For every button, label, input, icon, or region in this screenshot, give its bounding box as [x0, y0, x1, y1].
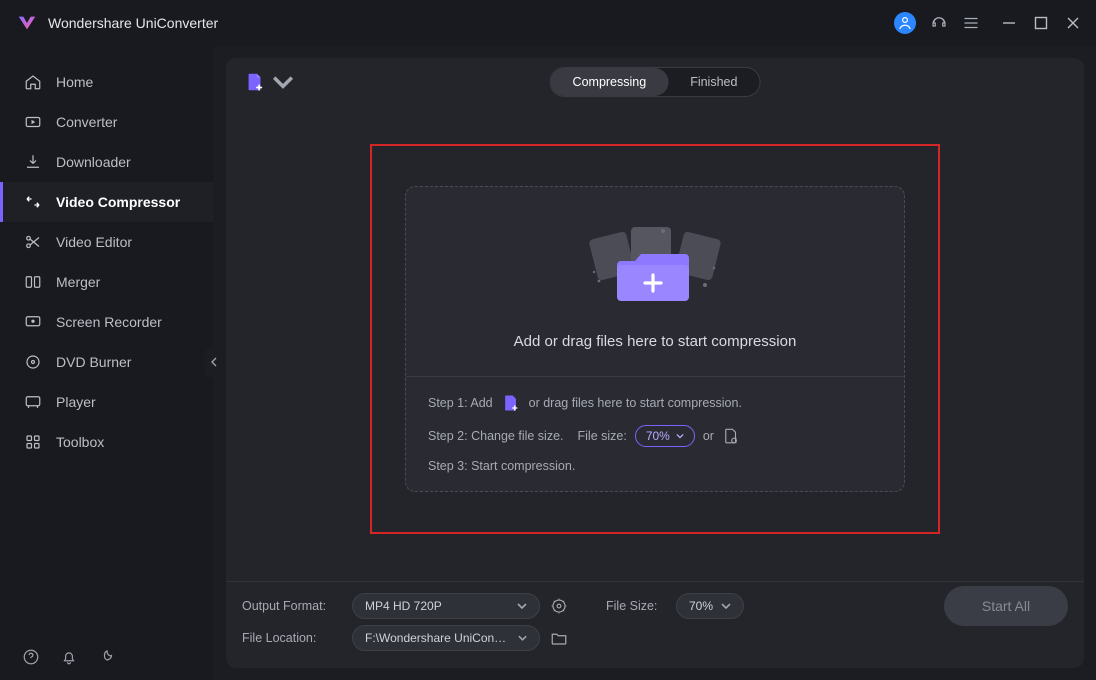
file-location-value: F:\Wondershare UniConverter: [365, 631, 510, 645]
drop-steps: Step 1: Add or drag files here to start …: [406, 376, 904, 491]
chevron-down-icon: [518, 633, 527, 643]
output-format-label: Output Format:: [242, 599, 342, 613]
step-2-row: Step 2: Change file size. File size: 70%…: [428, 425, 882, 447]
sidebar-item-downloader[interactable]: Downloader: [0, 142, 214, 182]
tab-label: Finished: [690, 75, 737, 89]
sidebar-item-label: Toolbox: [56, 434, 104, 450]
sidebar-item-label: Video Compressor: [56, 194, 180, 210]
titlebar: Wondershare UniConverter: [0, 0, 1096, 46]
sidebar-item-label: Downloader: [56, 154, 131, 170]
step-1-row: Step 1: Add or drag files here to start …: [428, 393, 882, 413]
minimize-icon[interactable]: [1002, 16, 1016, 30]
output-format-select[interactable]: MP4 HD 720P: [352, 593, 540, 619]
content-panel: Compressing Finished: [226, 58, 1084, 668]
step-1-text-b: or drag files here to start compression.: [529, 396, 742, 410]
panel-body: Add or drag files here to start compress…: [226, 106, 1084, 581]
file-size-pill-value: 70%: [646, 429, 670, 443]
user-icon: [896, 14, 914, 32]
compress-icon: [24, 193, 42, 211]
sidebar-item-player[interactable]: Player: [0, 382, 214, 422]
panel-footer: Output Format: MP4 HD 720P File Size: 70…: [226, 581, 1084, 668]
step-2-text-b: File size:: [578, 429, 627, 443]
output-settings-icon[interactable]: [550, 597, 568, 615]
process-tabs: Compressing Finished: [550, 67, 761, 97]
player-icon: [24, 393, 42, 411]
filesize-label: File Size:: [606, 599, 666, 613]
sidebar-item-label: DVD Burner: [56, 354, 131, 370]
folder-add-illustration: [575, 221, 735, 311]
bell-icon[interactable]: [60, 648, 78, 666]
filesize-value: 70%: [689, 599, 713, 613]
sidebar-item-label: Converter: [56, 114, 117, 130]
file-size-pill[interactable]: 70%: [635, 425, 695, 447]
filesize-select[interactable]: 70%: [676, 593, 744, 619]
help-icon[interactable]: [22, 648, 40, 666]
add-file-button[interactable]: [244, 71, 294, 93]
app-title: Wondershare UniConverter: [48, 15, 218, 31]
home-icon: [24, 73, 42, 91]
chevron-down-icon: [272, 71, 294, 93]
merge-icon: [24, 273, 42, 291]
file-add-icon: [244, 71, 266, 93]
sidebar-item-home[interactable]: Home: [0, 62, 214, 102]
file-location-select[interactable]: F:\Wondershare UniConverter: [352, 625, 540, 651]
converter-icon: [24, 113, 42, 131]
start-all-button[interactable]: Start All: [944, 586, 1068, 626]
start-all-label: Start All: [982, 598, 1030, 614]
main-area: Compressing Finished: [214, 46, 1096, 680]
sidebar-item-screen-recorder[interactable]: Screen Recorder: [0, 302, 214, 342]
file-settings-icon[interactable]: [722, 427, 740, 445]
sidebar-collapse-button[interactable]: [204, 346, 224, 378]
sidebar-item-label: Player: [56, 394, 96, 410]
chevron-down-icon: [676, 432, 684, 440]
drop-zone[interactable]: Add or drag files here to start compress…: [406, 187, 904, 376]
sidebar-item-merger[interactable]: Merger: [0, 262, 214, 302]
status-bar-tools: [0, 634, 214, 680]
file-add-icon: [501, 393, 521, 413]
chevron-down-icon: [721, 601, 731, 611]
download-icon: [24, 153, 42, 171]
drop-zone-text: Add or drag files here to start compress…: [514, 333, 797, 350]
sidebar-item-label: Screen Recorder: [56, 314, 162, 330]
step-3-row: Step 3: Start compression.: [428, 459, 882, 473]
file-location-label: File Location:: [242, 631, 342, 645]
tab-label: Compressing: [573, 75, 647, 89]
step-1-text-a: Step 1: Add: [428, 396, 493, 410]
chevron-down-icon: [517, 601, 527, 611]
logo-icon: [16, 12, 38, 34]
drop-zone-card: Add or drag files here to start compress…: [405, 186, 905, 492]
scissors-icon: [24, 233, 42, 251]
sidebar-item-label: Video Editor: [56, 234, 132, 250]
close-icon[interactable]: [1066, 16, 1080, 30]
disc-icon: [24, 353, 42, 371]
tab-finished[interactable]: Finished: [668, 68, 759, 96]
chevron-left-icon: [211, 357, 217, 367]
panel-header: Compressing Finished: [226, 58, 1084, 106]
open-folder-icon[interactable]: [550, 629, 568, 647]
sidebar-item-dvd-burner[interactable]: DVD Burner: [0, 342, 214, 382]
sidebar-item-toolbox[interactable]: Toolbox: [0, 422, 214, 462]
grid-icon: [24, 433, 42, 451]
sidebar: Home Converter Downloader Video Compress…: [0, 46, 214, 680]
account-button[interactable]: [894, 12, 916, 34]
titlebar-actions: [894, 12, 1080, 34]
tutorial-highlight-frame: Add or drag files here to start compress…: [370, 144, 940, 534]
step-2-text-a: Step 2: Change file size.: [428, 429, 564, 443]
menu-icon[interactable]: [962, 14, 980, 32]
sidebar-item-video-compressor[interactable]: Video Compressor: [0, 182, 214, 222]
step-2-or: or: [703, 429, 714, 443]
tab-compressing[interactable]: Compressing: [551, 68, 669, 96]
maximize-icon[interactable]: [1034, 16, 1048, 30]
app-logo: Wondershare UniConverter: [16, 12, 218, 34]
sidebar-item-video-editor[interactable]: Video Editor: [0, 222, 214, 262]
sidebar-item-label: Home: [56, 74, 93, 90]
step-3-text: Step 3: Start compression.: [428, 459, 575, 473]
theme-icon[interactable]: [98, 648, 116, 666]
output-format-value: MP4 HD 720P: [365, 599, 442, 613]
record-icon: [24, 313, 42, 331]
sidebar-item-label: Merger: [56, 274, 100, 290]
headset-icon[interactable]: [930, 14, 948, 32]
sidebar-item-converter[interactable]: Converter: [0, 102, 214, 142]
